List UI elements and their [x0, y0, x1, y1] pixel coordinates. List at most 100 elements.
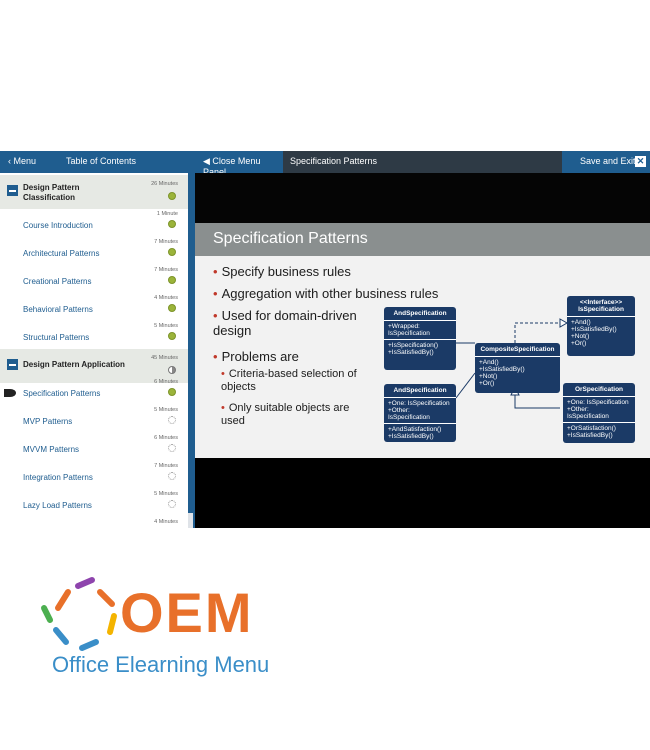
close-icon[interactable]: ✕ [635, 156, 646, 167]
method: +AndSatisfaction() [388, 426, 442, 433]
field: +One: IsSpecification [567, 399, 629, 406]
complete-status-icon [168, 388, 176, 396]
incomplete-status-icon [168, 500, 176, 508]
class-methods: +And() +IsSatisfiedBy() +Not() +Or() [567, 317, 635, 349]
sidebar-scrollbar[interactable] [188, 173, 193, 528]
duration-label: 5 Minutes [154, 491, 178, 497]
save-and-exit-button[interactable]: Save and Exit ✕ [562, 151, 650, 173]
class-title: AndSpecification [384, 384, 456, 398]
complete-status-icon [168, 332, 176, 340]
arrowhead [559, 318, 569, 328]
arrow-shape [55, 589, 71, 611]
method: +IsSatisfiedBy() [388, 349, 434, 356]
duration-label: 5 Minutes [154, 407, 178, 413]
complete-status-icon [168, 304, 176, 312]
list-item[interactable]: Creational Patterns 7 Minutes [0, 265, 188, 293]
list-item[interactable]: Architectural Patterns 7 Minutes [0, 237, 188, 265]
slide: Specification Patterns • Specify business… [195, 223, 650, 458]
field: +Other: IsSpecification [388, 407, 430, 421]
class-fields: +Wrapped: IsSpecification [384, 321, 456, 340]
collapse-icon[interactable] [7, 359, 18, 370]
arrow-shape [53, 627, 69, 645]
connector-line [455, 372, 476, 399]
partial-status-icon [168, 366, 176, 374]
uml-class-composite-specification: CompositeSpecification +And() +IsSatisfi… [475, 343, 560, 393]
duration-label: 4 Minutes [154, 295, 178, 301]
scrollbar-thumb[interactable] [188, 173, 193, 513]
uml-class-and-specification-2: AndSpecification +One: IsSpecification +O… [384, 384, 456, 442]
uml-interface-is-specification: <<Interface>> IsSpecification +And() +IsS… [567, 296, 635, 356]
section-design-pattern-classification[interactable]: Design Pattern Classification 26 Minutes [0, 175, 188, 209]
item-title: Creational Patterns [23, 277, 92, 286]
save-and-exit-label: Save and Exit [580, 156, 636, 166]
arrow-shape [79, 639, 99, 651]
list-item[interactable]: MVVM Patterns 6 Minutes [0, 433, 188, 461]
list-item[interactable]: 4 Minutes [0, 517, 188, 528]
class-methods: +OrSatisfaction() +IsSatisfiedBy() [563, 423, 635, 441]
connector-line [514, 393, 560, 409]
incomplete-status-icon [168, 444, 176, 452]
method: +IsSatisfiedBy() [567, 432, 613, 439]
uml-class-and-specification: AndSpecification +Wrapped: IsSpecificati… [384, 307, 456, 370]
list-item[interactable]: Behavioral Patterns 4 Minutes [0, 293, 188, 321]
list-item[interactable]: Structural Patterns 5 Minutes [0, 321, 188, 349]
class-methods: +IsSpecification() +IsSatisfiedBy() [384, 340, 456, 358]
list-item-current[interactable]: Specification Patterns 6 Minutes [0, 377, 188, 405]
list-item[interactable]: Integration Patterns 7 Minutes [0, 461, 188, 489]
duration-label: 5 Minutes [154, 323, 178, 329]
class-methods: +And() +IsSatisfiedBy() +Not() +Or() [475, 357, 560, 389]
duration-label: 6 Minutes [154, 435, 178, 441]
item-title: Architectural Patterns [23, 249, 100, 258]
brand-tagline: Office Elearning Menu [52, 652, 270, 677]
incomplete-status-icon [168, 472, 176, 480]
app-root: ‹ Menu Table of Contents ◀ Close Menu Pa… [0, 0, 650, 750]
video-player[interactable]: Specification Patterns • Specify business… [195, 173, 650, 528]
list-item[interactable]: Lazy Load Patterns 5 Minutes [0, 489, 188, 517]
section-title: Design Pattern Application [23, 360, 125, 369]
item-title: Course Introduction [23, 221, 93, 230]
duration-label: 6 Minutes [154, 379, 178, 385]
duration-label: 4 Minutes [154, 519, 178, 525]
incomplete-status-icon [168, 416, 176, 424]
collapse-icon[interactable] [7, 185, 18, 196]
method: +IsSatisfiedBy() [479, 366, 525, 373]
class-title: OrSpecification [563, 383, 635, 397]
uml-class-or-specification: OrSpecification +One: IsSpecification +Ot… [563, 383, 635, 443]
arrow-shape [97, 589, 115, 607]
field: +Other: IsSpecification [567, 406, 609, 420]
class-fields: +One: IsSpecification +Other: IsSpecifica… [384, 398, 456, 424]
class-methods: +AndSatisfaction() +IsSatisfiedBy() [384, 424, 456, 442]
item-title: MVVM Patterns [23, 445, 80, 454]
class-header: <<Interface>> IsSpecification [567, 296, 635, 317]
class-title: CompositeSpecification [475, 343, 560, 357]
method: +Not() [571, 333, 590, 340]
toc-title: Table of Contents [66, 156, 137, 166]
field: +One: IsSpecification [388, 400, 450, 407]
item-title: Specification Patterns [23, 389, 101, 398]
list-item[interactable]: MVP Patterns 5 Minutes [0, 405, 188, 433]
method: +Or() [571, 340, 587, 347]
current-position-icon [4, 389, 16, 397]
player-letterbox [195, 458, 650, 528]
method: +IsSatisfiedBy() [388, 433, 434, 440]
arrow-shape [41, 605, 53, 623]
top-bar: ‹ Menu Table of Contents ◀ Close Menu Pa… [0, 151, 650, 177]
class-title: AndSpecification [384, 307, 456, 321]
item-title: Structural Patterns [23, 333, 90, 342]
close-menu-panel-button[interactable]: ◀ Close Menu Panel [195, 151, 283, 177]
triangle-left-icon: ◀ [203, 156, 213, 166]
duration-label: 26 Minutes [151, 181, 178, 187]
item-title: Behavioral Patterns [23, 305, 93, 314]
brand-name: OEM [120, 581, 254, 644]
menu-button[interactable]: ‹ Menu [8, 156, 36, 166]
item-title: MVP Patterns [23, 417, 73, 426]
class-title: IsSpecification [578, 306, 624, 313]
class-fields: +One: IsSpecification +Other: IsSpecifica… [563, 397, 635, 423]
method: +IsSpecification() [388, 342, 439, 349]
arrow-shape [107, 613, 117, 635]
method: +OrSatisfaction() [567, 425, 616, 432]
method: +Not() [479, 373, 498, 380]
field: +Wrapped: IsSpecification [388, 323, 430, 337]
dashed-connector [514, 322, 560, 343]
list-item[interactable]: Course Introduction 1 Minute [0, 209, 188, 237]
